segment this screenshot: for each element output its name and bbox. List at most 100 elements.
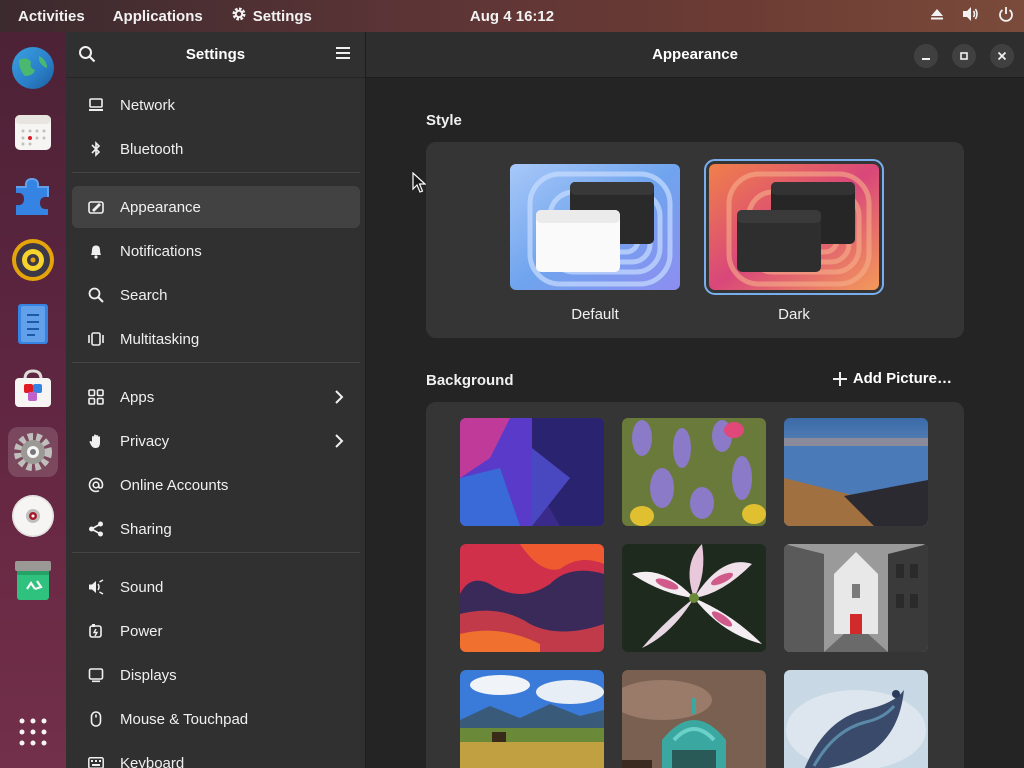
sidebar-item-label: Apps: [120, 388, 155, 406]
wallpaper-thumbnail[interactable]: [460, 544, 604, 652]
page-title: Appearance: [652, 46, 738, 63]
sidebar-item-label: Privacy: [120, 432, 170, 450]
wallpaper-thumbnail[interactable]: [460, 418, 604, 526]
eject-icon[interactable]: [930, 7, 944, 25]
wallpaper-thumbnail[interactable]: [622, 670, 766, 768]
main-header: Appearance: [366, 32, 1024, 78]
wallpaper-thumbnail[interactable]: [622, 418, 766, 526]
sidebar-item-mouse-touchpad[interactable]: Mouse & Touchpad: [72, 698, 360, 740]
chevron-right-icon: [334, 433, 344, 453]
sidebar-item-keyboard[interactable]: Keyboard: [72, 742, 360, 768]
wallpaper-image: [784, 544, 928, 652]
sidebar-item-label: Online Accounts: [120, 476, 229, 494]
sidebar-item-bluetooth[interactable]: Bluetooth: [72, 128, 360, 170]
dock-extensions[interactable]: [8, 171, 58, 221]
sidebar-item-multitasking[interactable]: Multitasking: [72, 318, 360, 360]
sidebar-item-apps[interactable]: Apps: [72, 376, 360, 418]
sidebar-item-label: Keyboard: [120, 754, 185, 768]
clock[interactable]: Aug 4 16:12: [470, 8, 554, 25]
sidebar-item-online-accounts[interactable]: Online Accounts: [72, 464, 360, 506]
add-picture-label: Add Picture…: [852, 370, 952, 387]
grid-icon: [19, 718, 47, 746]
keyboard-icon: [86, 753, 106, 768]
dock-calendar[interactable]: [8, 107, 58, 157]
dock-disc[interactable]: [8, 491, 58, 541]
minimize-button[interactable]: [914, 44, 938, 68]
hand-icon: [86, 431, 106, 451]
wallpaper-image: [784, 418, 928, 526]
sidebar-item-label: Sound: [120, 578, 164, 596]
puzzle-icon: [16, 177, 49, 215]
hamburger-menu-icon[interactable]: [335, 46, 351, 65]
search-icon: [86, 285, 106, 305]
style-label-default: Default: [571, 306, 619, 323]
document-icon: [18, 304, 48, 344]
dock-text-editor[interactable]: [8, 299, 58, 349]
sidebar-item-displays[interactable]: Displays: [72, 654, 360, 696]
top-bar: Aug 4 16:12 Activities Applications Sett…: [0, 0, 1024, 32]
speaker-icon: [86, 577, 106, 597]
sidebar-item-notifications[interactable]: Notifications: [72, 230, 360, 272]
sidebar-divider: [72, 172, 360, 173]
sidebar-list: Network Bluetooth Appearance Notificatio…: [72, 84, 360, 768]
activities-button[interactable]: Activities: [0, 0, 99, 32]
bluetooth-icon: [86, 139, 106, 159]
dock-software[interactable]: [8, 363, 58, 413]
mouse-icon: [86, 709, 106, 729]
dock-show-apps[interactable]: [8, 707, 58, 757]
bell-icon: [86, 241, 106, 261]
dock-settings[interactable]: [8, 427, 58, 477]
wallpaper-thumbnail[interactable]: [784, 670, 928, 768]
sidebar-item-label: Displays: [120, 666, 177, 684]
dock-rhythmbox[interactable]: [8, 235, 58, 285]
sidebar-item-power[interactable]: Power: [72, 610, 360, 652]
maximize-button[interactable]: [952, 44, 976, 68]
add-picture-button[interactable]: Add Picture…: [832, 370, 952, 387]
style-section-label: Style: [426, 112, 462, 129]
wallpaper-thumbnail[interactable]: [622, 544, 766, 652]
wallpaper-thumbnail[interactable]: [784, 418, 928, 526]
globe-icon: [12, 47, 54, 89]
dark-style-preview: [709, 164, 879, 290]
plus-icon: [832, 371, 847, 386]
sidebar-item-search[interactable]: Search: [72, 274, 360, 316]
dock-web-browser[interactable]: [8, 43, 58, 93]
background-section-label: Background: [426, 372, 514, 389]
dock-trash[interactable]: [8, 555, 58, 605]
background-gallery: [426, 402, 964, 768]
sidebar: Settings Network Bluetooth Appearance No…: [66, 32, 366, 768]
style-label-dark: Dark: [778, 306, 810, 323]
sidebar-item-appearance[interactable]: Appearance: [72, 186, 360, 228]
dock: [0, 32, 66, 768]
at-icon: [86, 475, 106, 495]
maximize-icon: [960, 52, 968, 60]
style-option-dark[interactable]: [704, 159, 884, 295]
volume-icon[interactable]: [962, 6, 980, 26]
sidebar-item-sharing[interactable]: Sharing: [72, 508, 360, 550]
power-icon[interactable]: [998, 6, 1014, 26]
sidebar-item-label: Search: [120, 286, 168, 304]
sidebar-item-privacy[interactable]: Privacy: [72, 420, 360, 462]
gear-icon: [14, 433, 52, 471]
sidebar-item-label: Notifications: [120, 242, 202, 260]
sidebar-header: Settings: [66, 32, 365, 78]
network-icon: [86, 95, 106, 115]
search-icon[interactable]: [78, 45, 96, 68]
wallpaper-thumbnail[interactable]: [460, 670, 604, 768]
wallpaper-image: [784, 670, 928, 768]
settings-app-menu[interactable]: Settings: [217, 0, 326, 32]
sidebar-item-network[interactable]: Network: [72, 84, 360, 126]
wallpaper-image: [460, 544, 604, 652]
sidebar-item-label: Network: [120, 96, 176, 114]
sidebar-item-sound[interactable]: Sound: [72, 566, 360, 608]
default-style-preview: [510, 164, 680, 290]
style-option-default[interactable]: [510, 164, 680, 290]
wallpaper-image: [460, 418, 604, 526]
close-button[interactable]: [990, 44, 1014, 68]
trash-icon: [15, 561, 51, 600]
calendar-icon: [15, 115, 51, 150]
disc-icon: [12, 495, 54, 537]
wallpaper-thumbnail[interactable]: [784, 544, 928, 652]
settings-window: Settings Network Bluetooth Appearance No…: [66, 32, 1024, 768]
applications-menu[interactable]: Applications: [99, 0, 217, 32]
